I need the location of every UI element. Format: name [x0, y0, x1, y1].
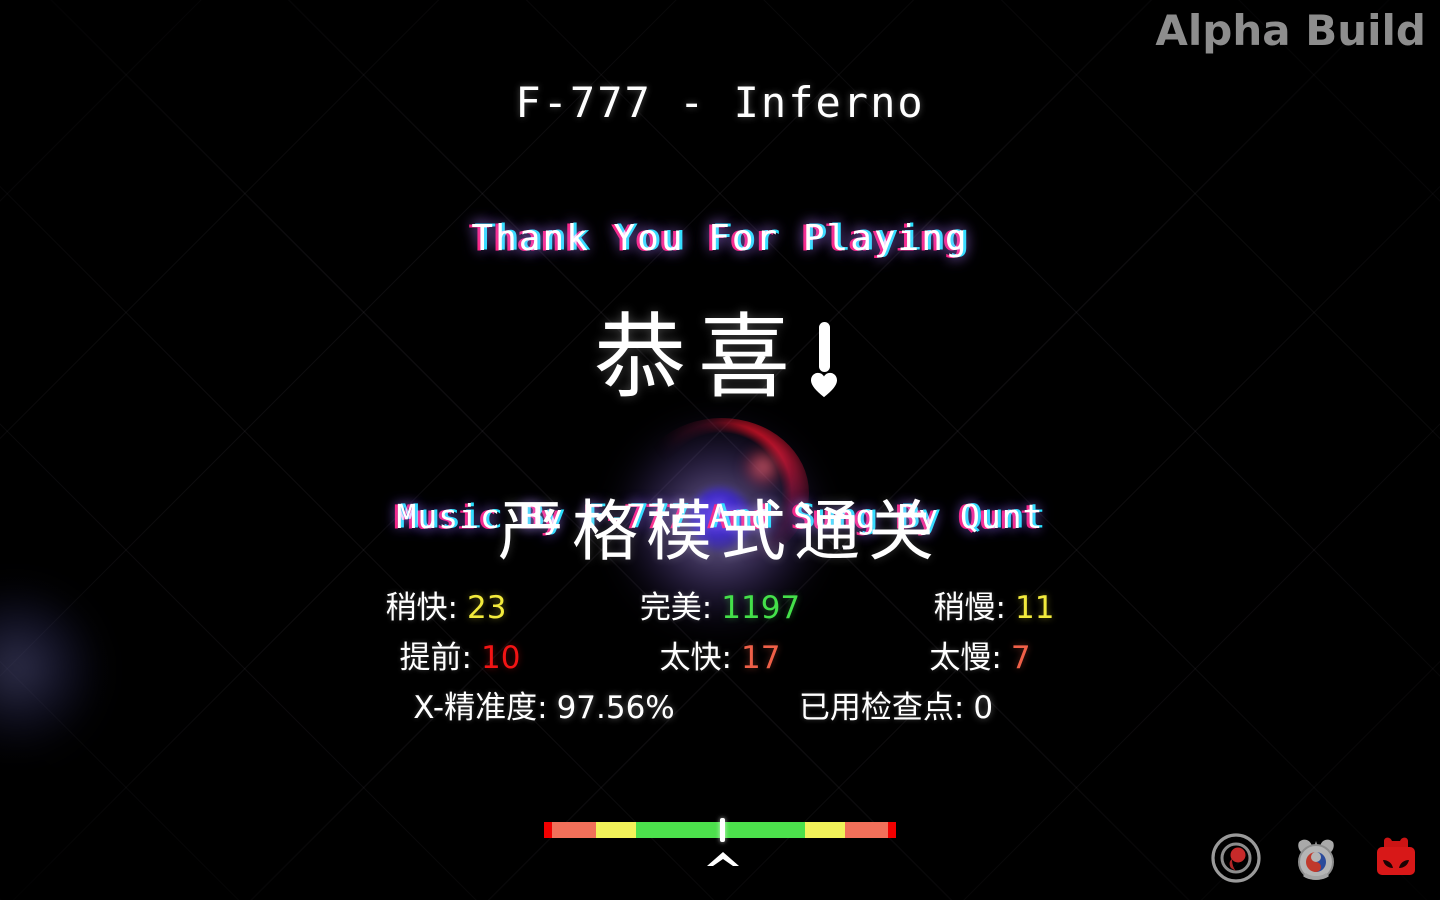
robot-taiji-icon[interactable] — [1290, 832, 1342, 884]
timing-bar-segment — [805, 822, 846, 838]
stat-label: 已用检查点: — [798, 690, 965, 726]
stat-slightly-early: 稍快: 23 — [309, 582, 583, 627]
stat-perfect: 完美: 1197 — [583, 582, 857, 627]
strict-mode-clear-banner: 严格模式通关 — [498, 493, 942, 570]
stat-row: 稍快: 23 完美: 1197 稍慢: 11 — [0, 582, 1440, 632]
song-title: F-777 - Inferno — [515, 78, 925, 127]
stat-checkpoints-used: 已用检查点: 0 — [720, 682, 1072, 727]
stat-value: 0 — [973, 690, 994, 726]
stat-too-fast: 太快: 17 — [590, 632, 850, 677]
timing-offset-bar — [544, 818, 896, 866]
stat-accuracy: X-精准度: 97.56% — [368, 682, 720, 727]
results-stats: 稍快: 23 完美: 1197 稍慢: 11 提前: 10 太快: 17 太慢: 7 X-精准度: 97.… — [0, 582, 1440, 732]
stat-label: 太快: — [659, 640, 732, 676]
stat-label: 提前: — [399, 640, 472, 676]
background-grid — [0, 0, 1440, 900]
stat-row: X-精准度: 97.56% 已用检查点: 0 — [0, 682, 1440, 732]
game-results-screen: Alpha Build F-777 - Inferno Thank You Fo… — [0, 0, 1440, 900]
timing-bar-segment — [552, 822, 597, 838]
stat-value: 23 — [467, 590, 507, 626]
stat-value: 11 — [1015, 590, 1055, 626]
stat-label: X-精准度: — [413, 690, 548, 726]
stat-early: 提前: 10 — [330, 632, 590, 677]
exclamation-heart-mark — [802, 310, 846, 402]
stat-row: 提前: 10 太快: 17 太慢: 7 — [0, 632, 1440, 682]
stat-label: 稍快: — [385, 590, 458, 626]
stat-label: 稍慢: — [933, 590, 1006, 626]
thank-you-line: Thank You For Playing — [0, 218, 1440, 259]
stat-value: 1197 — [721, 590, 801, 626]
alpha-build-watermark: Alpha Build — [1155, 6, 1426, 55]
timing-bar-marker — [720, 818, 726, 842]
heart-icon — [811, 372, 837, 398]
congratulations-text: 恭喜 — [593, 304, 802, 411]
timing-bar-segment — [845, 822, 888, 838]
congratulations-heading: 恭喜 — [0, 309, 1440, 407]
corner-icon-bar — [1210, 832, 1422, 884]
exclamation-bar — [819, 322, 830, 372]
timing-bar-segment — [596, 822, 637, 838]
background-vignette — [0, 0, 1440, 900]
target-record-icon[interactable] — [1210, 832, 1262, 884]
thank-you-text: Thank You For Playing — [471, 218, 968, 259]
stat-slightly-late: 稍慢: 11 — [857, 582, 1131, 627]
timing-bar-segment — [887, 822, 896, 838]
stat-label: 太慢: — [929, 640, 1002, 676]
stat-value: 97.56% — [556, 690, 675, 726]
stat-value: 17 — [741, 640, 781, 676]
stat-value: 10 — [481, 640, 521, 676]
stat-label: 完美: — [639, 590, 713, 626]
stat-too-slow: 太慢: 7 — [850, 632, 1110, 677]
stat-value: 7 — [1010, 640, 1031, 676]
timing-bar-segment — [544, 822, 553, 838]
chevron-up-icon — [706, 852, 739, 866]
red-face-box-icon[interactable] — [1370, 832, 1422, 884]
